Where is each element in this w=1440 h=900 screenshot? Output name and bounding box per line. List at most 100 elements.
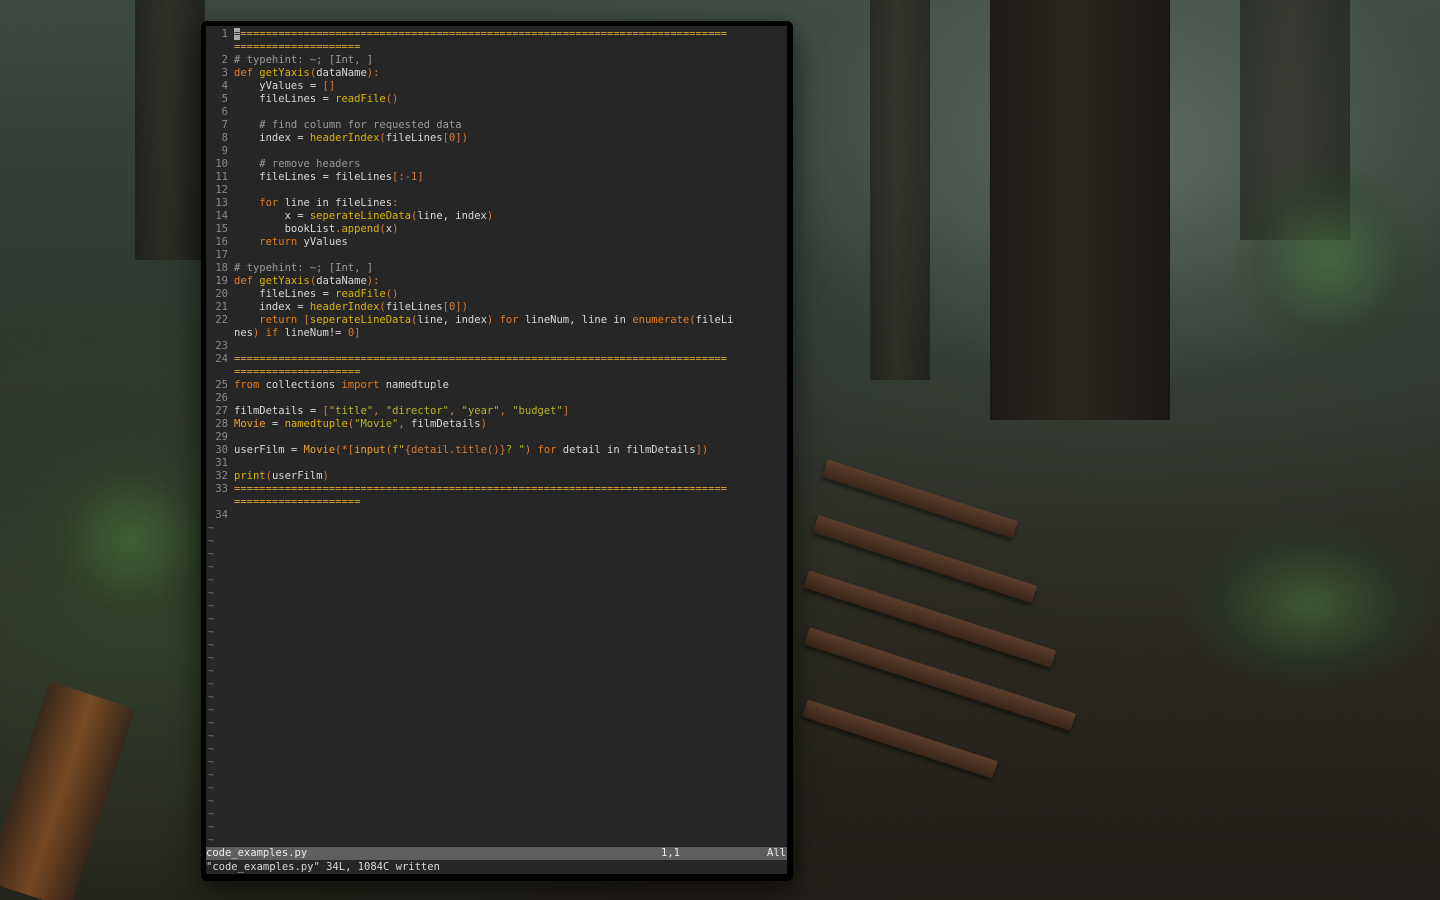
code-token: # typehint: ~; [Int, ] [234, 262, 374, 274]
code-line[interactable]: ========================================… [234, 483, 787, 496]
editor-buffer[interactable]: 1 =======================================… [206, 26, 787, 847]
code-line[interactable]: ==================== [234, 496, 787, 509]
code-line[interactable]: fileLines = fileLines[:-1] [234, 171, 787, 184]
code-token: yValues = [234, 80, 323, 92]
empty-line-tilde: ~ [208, 613, 215, 625]
code-line[interactable]: # typehint: ~; [Int, ] [234, 262, 787, 275]
code-token: ) [486, 314, 500, 326]
code-line[interactable]: fileLines = readFile() [234, 93, 787, 106]
code-token: ) [524, 444, 538, 456]
code-token: for [234, 197, 285, 209]
code-line[interactable]: filmDetails = ["title", "director", "yea… [234, 405, 787, 418]
code-line[interactable]: ========================================… [234, 28, 787, 41]
code-token: filmDetails [411, 418, 481, 430]
line-number: 8 [221, 132, 228, 144]
code-token: = [265, 418, 285, 430]
code-line[interactable]: for line in fileLines: [234, 197, 787, 210]
code-line[interactable] [234, 145, 787, 158]
code-line[interactable] [234, 106, 787, 119]
empty-line-tilde: ~ [208, 834, 215, 846]
code-token: ==================== [234, 41, 361, 53]
code-line[interactable]: nes) if lineNum!= 0] [234, 327, 787, 340]
code-line[interactable]: userFilm = Movie(*[input(f"{detail.title… [234, 444, 787, 457]
code-line[interactable]: # find column for requested data [234, 119, 787, 132]
code-line[interactable] [234, 340, 787, 353]
vim-status-bar: code_examples.py 1,1 All [206, 847, 787, 860]
fern [1180, 520, 1440, 690]
code-token: , [398, 418, 412, 430]
code-token: fileLines = [234, 288, 336, 300]
vim-command-line[interactable]: "code_examples.py" 34L, 1084C written [206, 860, 787, 874]
code-token: namedtuple [284, 418, 348, 430]
code-line[interactable] [234, 431, 787, 444]
vim-editor[interactable]: 1 =======================================… [206, 26, 787, 874]
code-token: ): [366, 275, 380, 287]
code-line[interactable] [234, 457, 787, 470]
code-token: fileLines = fileLines [234, 171, 393, 183]
empty-line-tilde: ~ [208, 574, 215, 586]
empty-line-tilde: ~ [208, 535, 215, 547]
code-line[interactable]: bookList.append(x) [234, 223, 787, 236]
code-token: "director" [385, 405, 449, 417]
fern [30, 440, 230, 640]
code-line[interactable]: yValues = [] [234, 80, 787, 93]
code-line[interactable]: ==================== [234, 366, 787, 379]
code-line[interactable]: # typehint: ~; [Int, ] [234, 54, 787, 67]
code-token: ] [562, 405, 570, 417]
code-token: return [234, 314, 304, 326]
code-token: ==================== [234, 366, 361, 378]
code-line[interactable]: x = seperateLineData(line, index) [234, 210, 787, 223]
code-line[interactable]: def getYaxis(dataName): [234, 67, 787, 80]
code-token: "title" [328, 405, 374, 417]
code-token: ? " [505, 444, 525, 456]
code-line[interactable] [234, 392, 787, 405]
empty-line-tilde: ~ [208, 782, 215, 794]
line-number: 26 [215, 392, 228, 404]
code-line[interactable]: ========================================… [234, 353, 787, 366]
code-token: ) [322, 470, 329, 482]
code-token: getYaxis [259, 275, 310, 287]
status-cursor-position: 1,1 [661, 847, 680, 859]
line-number: 32 [215, 470, 228, 482]
code-token: [0]) [442, 301, 468, 313]
code-token: yValues [303, 236, 348, 248]
status-scroll-indicator: All [767, 847, 786, 859]
code-token: lineNum, line in [524, 314, 633, 326]
line-number: 27 [215, 405, 228, 417]
code-line[interactable] [234, 509, 787, 522]
code-line[interactable]: ==================== [234, 41, 787, 54]
empty-line-tilde: ~ [208, 808, 215, 820]
line-number: 18 [215, 262, 228, 274]
code-token: [] [322, 80, 336, 92]
code-line[interactable]: print(userFilm) [234, 470, 787, 483]
line-number: 1 [221, 28, 228, 40]
terminal-window[interactable]: 1 =======================================… [201, 21, 793, 881]
code-token: enumerate [632, 314, 690, 326]
code-line[interactable]: Movie = namedtuple("Movie", filmDetails) [234, 418, 787, 431]
code-line[interactable]: index = headerIndex(fileLines[0]) [234, 301, 787, 314]
empty-line-tilde: ~ [208, 561, 215, 573]
code-line[interactable]: # remove headers [234, 158, 787, 171]
code-line[interactable]: index = headerIndex(fileLines[0]) [234, 132, 787, 145]
code-line[interactable]: def getYaxis(dataName): [234, 275, 787, 288]
line-number: 34 [215, 509, 228, 521]
code-line[interactable]: from collections import namedtuple [234, 379, 787, 392]
empty-line-tilde: ~ [208, 522, 215, 534]
line-number: 31 [215, 457, 228, 469]
code-line[interactable] [234, 249, 787, 262]
code-token: lineNum!= [284, 327, 348, 339]
code-token: index = [234, 301, 310, 313]
code-line[interactable] [234, 184, 787, 197]
code-line[interactable]: fileLines = readFile() [234, 288, 787, 301]
code-token: ) [486, 210, 494, 222]
code-token: fileLines [385, 132, 443, 144]
code-token: , [499, 405, 513, 417]
code-token: : [392, 197, 399, 209]
empty-line-tilde: ~ [208, 717, 215, 729]
line-number: 21 [215, 301, 228, 313]
code-token: def [234, 275, 260, 287]
line-number: 23 [215, 340, 228, 352]
code-line[interactable]: return [seperateLineData(line, index) fo… [234, 314, 787, 327]
tree-trunk [135, 0, 205, 260]
code-line[interactable]: return yValues [234, 236, 787, 249]
